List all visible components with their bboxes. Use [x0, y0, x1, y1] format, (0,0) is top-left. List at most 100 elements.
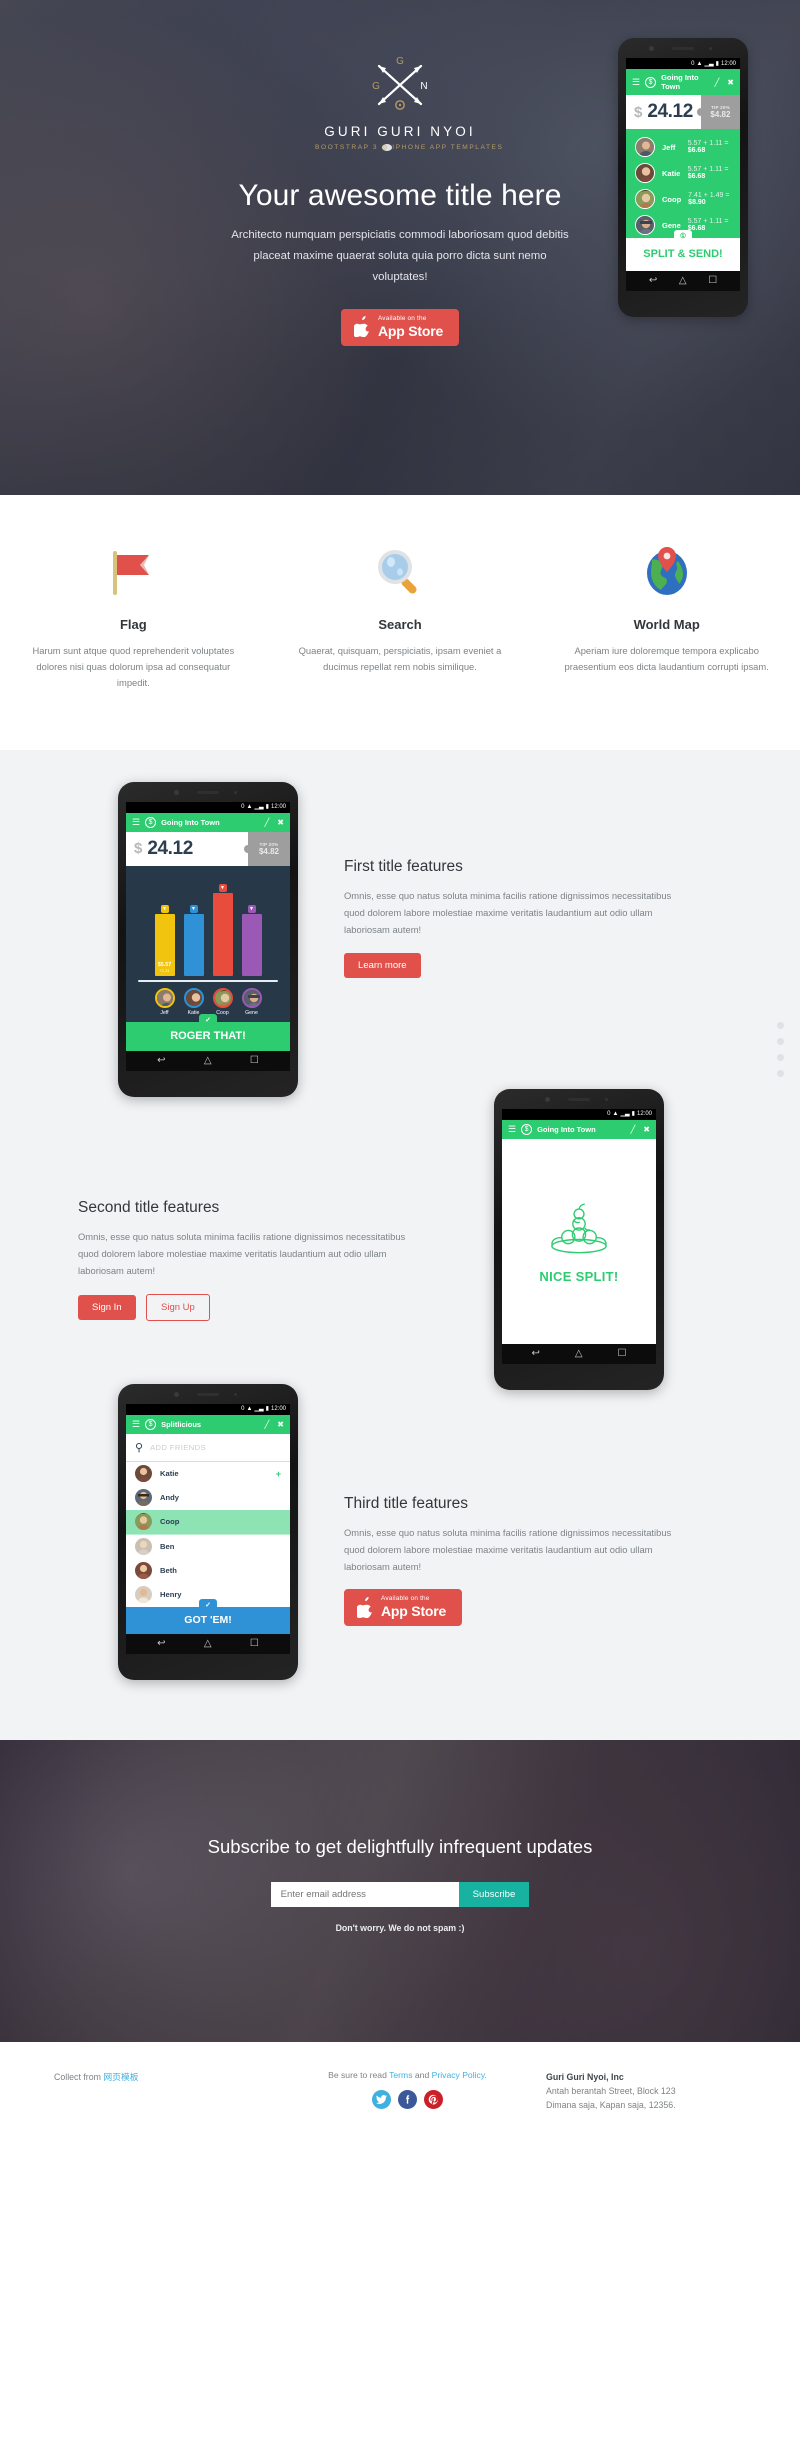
privacy-policy-link[interactable]: Privacy Policy — [432, 2070, 485, 2080]
chart-person[interactable]: Gene — [241, 987, 262, 1016]
add-friends-search[interactable]: ⚲ ADD FRIENDS — [126, 1433, 290, 1462]
hamburger-menu-icon[interactable]: ☰ — [132, 817, 140, 827]
recents-icon[interactable]: ☐ — [618, 1348, 627, 1359]
list-item[interactable]: Ben — [126, 1533, 290, 1559]
bar-value-label: $5.57 +1.11 — [157, 961, 172, 973]
check-tab-icon: ✓ — [199, 1598, 217, 1611]
android-nav-bar: ↩ △ ☐ — [502, 1343, 656, 1364]
close-icon[interactable]: ✖ — [277, 1420, 284, 1429]
showcase-row-one: 0 ▲ ▁▃ ▮ 12:00 ☰ $ Going Into Town ╱ ✖ $… — [0, 781, 800, 1097]
list-item[interactable]: Katie + — [126, 1462, 290, 1486]
pinterest-icon[interactable] — [424, 2089, 443, 2109]
chart-person[interactable]: Katie — [183, 987, 204, 1016]
list-item[interactable]: Andy — [126, 1486, 290, 1510]
hamburger-menu-icon[interactable]: ☰ — [508, 1124, 516, 1134]
crossed-arrows-logo-icon: G G N — [367, 52, 433, 114]
third-feature-text: Omnis, esse quo natus soluta minima faci… — [344, 1527, 672, 1572]
got-em-button[interactable]: ✓ GOT 'EM! — [126, 1598, 290, 1634]
chart-person-name: Gene — [245, 1009, 258, 1016]
phone-status-bar: 0 ▲ ▁▃ ▮ 12:00 — [126, 1403, 290, 1415]
battery-count-label: 0 — [241, 804, 245, 811]
close-icon[interactable]: ✖ — [727, 78, 734, 87]
add-friend-icon[interactable]: + — [276, 1469, 281, 1479]
phone-status-bar: 0 ▲ ▁▃ ▮ 12:00 — [126, 801, 290, 813]
recents-icon[interactable]: ☐ — [250, 1638, 259, 1649]
sign-up-button[interactable]: Sign Up — [146, 1293, 210, 1321]
chart-person[interactable]: Coop — [212, 987, 233, 1016]
hamburger-menu-icon[interactable]: ☰ — [632, 77, 640, 87]
friend-name: Coop — [160, 1517, 180, 1527]
signal-icon: ▁▃ — [704, 60, 714, 67]
nav-dot[interactable] — [777, 1037, 784, 1045]
hero-section: G G N GURI GURI NYOI BOOTSTRAP 3 ◎ IPHON… — [0, 0, 800, 495]
footer-credit-prefix: Collect from — [54, 2071, 104, 2082]
brand-tagline: BOOTSTRAP 3 ◎ IPHONE APP TEMPLATES — [315, 143, 502, 151]
bar-cap-icon: ▼ — [218, 884, 227, 893]
hamburger-menu-icon[interactable]: ☰ — [132, 1419, 140, 1429]
edit-pencil-icon[interactable]: ╱ — [264, 1420, 269, 1429]
twitter-icon[interactable] — [372, 2089, 391, 2109]
close-icon[interactable]: ✖ — [643, 1125, 650, 1134]
phone-sensor-icon — [234, 790, 237, 794]
chart-bar[interactable]: ▼ — [212, 884, 233, 976]
close-icon[interactable]: ✖ — [277, 818, 284, 827]
tip-widget[interactable]: TIP 20% $4.82 — [244, 831, 290, 866]
home-icon[interactable]: △ — [575, 1348, 583, 1359]
list-item[interactable]: Coop — [126, 1509, 290, 1534]
footer-credit-link[interactable]: 网页模板 — [103, 2072, 138, 2082]
phone-app-title: Going Into Town — [161, 817, 220, 827]
feature-text: Harum sunt atque quod reprehenderit volu… — [32, 645, 235, 689]
friends-phone-mockup: 0 ▲ ▁▃ ▮ 12:00 ☰ $ Splitlicious ╱ ✖ ⚲ AD… — [118, 1383, 298, 1680]
chart-bar[interactable]: ▼ $5.57 +1.11 — [154, 904, 175, 976]
recents-icon[interactable]: ☐ — [250, 1055, 259, 1066]
sign-in-button[interactable]: Sign In — [78, 1294, 136, 1320]
home-icon[interactable]: △ — [204, 1638, 212, 1649]
edit-pencil-icon[interactable]: ╱ — [264, 818, 269, 827]
home-icon[interactable]: △ — [204, 1055, 212, 1066]
hero-appstore-button[interactable]: Available on the App Store — [340, 309, 460, 346]
brand-logo: G G N GURI GURI NYOI BOOTSTRAP 3 ◎ IPHON… — [315, 52, 502, 151]
section-nav-dots[interactable] — [777, 1021, 784, 1086]
recents-icon[interactable]: ☐ — [708, 276, 717, 286]
chart-bar[interactable]: ▼ — [241, 904, 262, 976]
list-item[interactable]: Coop 7.41 + 1.49 = $8.90 — [626, 186, 740, 212]
list-item[interactable]: Beth — [126, 1559, 290, 1583]
phone-sensor-icon — [709, 47, 712, 50]
address-line-2: Dimana saja, Kapan saja, 12356. — [546, 2100, 676, 2111]
third-appstore-button[interactable]: Available on the App Store — [344, 1589, 463, 1626]
back-icon[interactable]: ↩ — [157, 1638, 165, 1649]
split-and-send-button[interactable]: ① SPLIT & SEND! — [626, 230, 740, 271]
footer-credit: Collect from 网页模板 — [54, 2070, 269, 2113]
roger-that-button[interactable]: ✓ ROGER THAT! — [126, 1013, 290, 1051]
edit-pencil-icon[interactable]: ╱ — [714, 78, 719, 87]
amount-display[interactable]: $ 24.12 — [626, 95, 701, 129]
email-input[interactable] — [270, 1881, 459, 1907]
back-icon[interactable]: ↩ — [531, 1348, 539, 1359]
list-item[interactable]: Katie 5.57 + 1.11 = $6.68 — [626, 160, 740, 186]
facebook-icon[interactable] — [398, 2089, 417, 2109]
chart-bar[interactable]: ▼ — [183, 904, 204, 976]
learn-more-button[interactable]: Learn more — [344, 952, 421, 978]
tagline-separator-icon: ◎ — [381, 144, 393, 151]
back-icon[interactable]: ↩ — [649, 276, 657, 286]
back-icon[interactable]: ↩ — [157, 1055, 165, 1066]
nav-dot[interactable] — [777, 1053, 784, 1061]
nav-dot[interactable] — [777, 1021, 784, 1029]
home-icon[interactable]: △ — [679, 276, 687, 286]
nav-dot[interactable] — [777, 1069, 784, 1077]
chart-person[interactable]: Jeff — [154, 987, 175, 1016]
tip-widget[interactable]: TIP 20% $4.82 — [696, 95, 740, 129]
apple-logo-icon — [352, 316, 371, 338]
chart-phone-mockup: 0 ▲ ▁▃ ▮ 12:00 ☰ $ Going Into Town ╱ ✖ $… — [118, 781, 298, 1097]
phone-sensor-icon — [234, 1392, 237, 1396]
subscribe-button[interactable]: Subscribe — [458, 1881, 530, 1907]
terms-link[interactable]: Terms — [389, 2070, 412, 2080]
phone-app-bar: ☰ $ Going Into Town ╱ ✖ — [126, 812, 290, 832]
amount-display[interactable]: $ 24.12 — [126, 831, 248, 866]
list-item[interactable]: Jeff 5.57 + 1.11 = $6.68 — [626, 134, 740, 160]
second-feature-title: Second title features — [78, 1199, 220, 1217]
edit-pencil-icon[interactable]: ╱ — [630, 1125, 635, 1134]
amount-value: 24.12 — [647, 101, 693, 122]
phone-app-bar: ☰ $ Going Into Town ╱ ✖ — [626, 69, 740, 95]
phone-camera-icon — [174, 1391, 179, 1397]
